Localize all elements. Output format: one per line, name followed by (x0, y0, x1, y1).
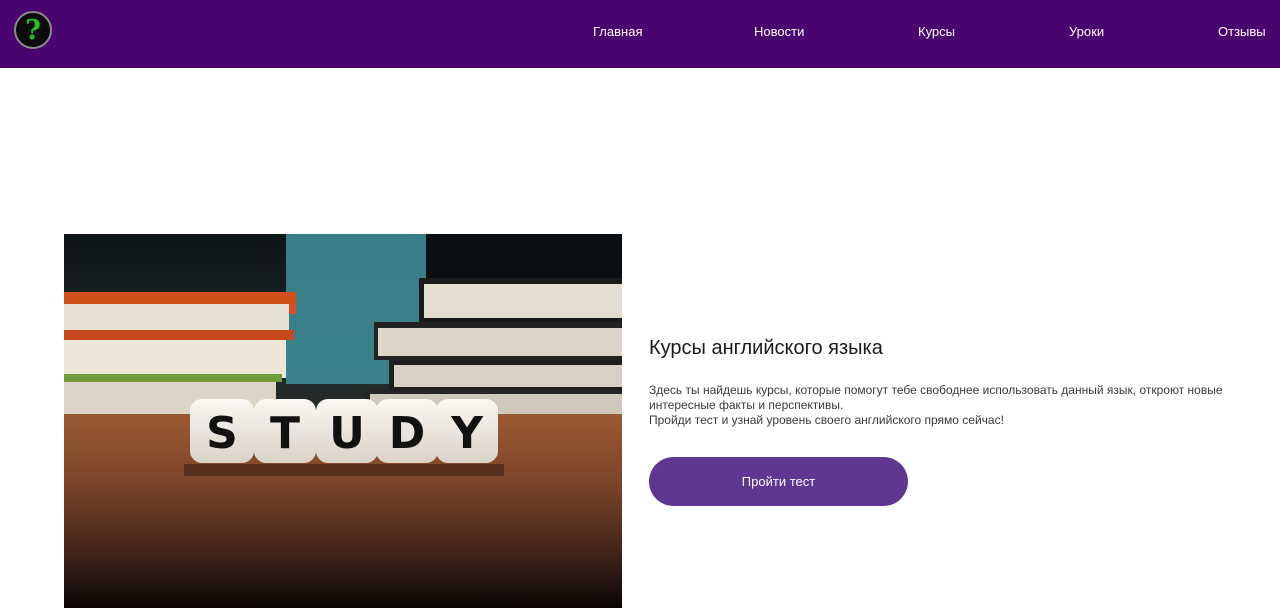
nav-link-courses[interactable]: Курсы (918, 24, 955, 39)
description-line: Здесь ты найдешь курсы, которые помогут … (649, 383, 1223, 412)
die-letter: D (389, 408, 426, 459)
hero-description: Здесь ты найдешь курсы, которые помогут … (649, 383, 1229, 428)
nav-link-news[interactable]: Новости (754, 24, 804, 39)
logo-glyph: ? (25, 14, 41, 46)
take-test-button[interactable]: Пройти тест (649, 457, 908, 506)
description-line: Пройди тест и узнай уровень своего англи… (649, 413, 1004, 427)
question-mark-logo-icon[interactable]: ? (14, 11, 52, 49)
die-letter: Y (450, 408, 484, 459)
nav-link-reviews[interactable]: Отзывы (1218, 24, 1266, 39)
page-title: Курсы английского языка (649, 337, 883, 359)
top-navigation-bar: ? Главная Новости Курсы Уроки Отзывы (0, 0, 1280, 68)
nav-link-lessons[interactable]: Уроки (1069, 24, 1104, 39)
die-letter: U (329, 408, 365, 459)
nav-link-home[interactable]: Главная (593, 24, 642, 39)
die-letter: S (206, 408, 238, 459)
study-dice-books-photo-icon: S T U D Y (64, 234, 622, 608)
die-letter: T (270, 408, 300, 459)
